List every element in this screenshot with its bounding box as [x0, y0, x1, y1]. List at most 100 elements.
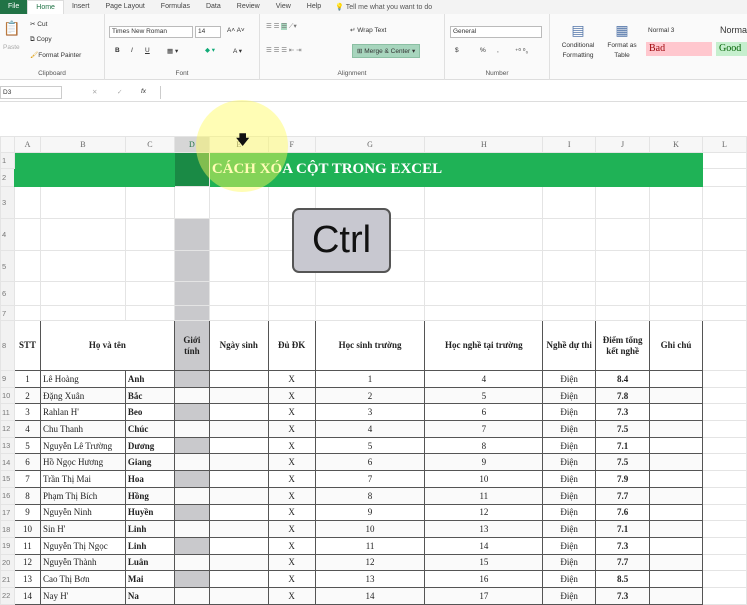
birthdate-cell[interactable]: [208, 503, 269, 522]
birthdate-cell[interactable]: [208, 536, 269, 555]
stt-cell[interactable]: 13: [13, 570, 41, 588]
gender-cell[interactable]: [173, 520, 210, 538]
exam-trade-cell[interactable]: Điện: [542, 403, 597, 422]
student-school-cell[interactable]: 4: [314, 420, 426, 438]
cell[interactable]: [701, 186, 747, 219]
row-header[interactable]: 8: [0, 320, 15, 371]
row-header[interactable]: 5: [0, 250, 15, 282]
eligible-cell[interactable]: X: [267, 586, 316, 605]
style-normal[interactable]: Norma: [720, 25, 747, 35]
tab-home[interactable]: Home: [27, 0, 64, 14]
cell[interactable]: [124, 218, 175, 251]
row-header[interactable]: 10: [0, 386, 15, 405]
column-header-g[interactable]: G: [314, 136, 426, 153]
cell[interactable]: [701, 486, 747, 505]
eligible-cell[interactable]: X: [267, 570, 316, 588]
gender-cell[interactable]: [173, 453, 210, 472]
align-top-icons[interactable]: ☰ ☰ ☰ ⟋▾: [266, 22, 297, 31]
surname-cell[interactable]: Lê Hoàng: [39, 370, 126, 388]
stt-cell[interactable]: 11: [13, 536, 41, 555]
eligible-cell[interactable]: X: [267, 403, 316, 422]
firstname-cell[interactable]: Mai: [124, 570, 175, 588]
row-header[interactable]: 6: [0, 281, 15, 306]
notes-cell[interactable]: [649, 570, 703, 588]
birthdate-cell[interactable]: [208, 570, 269, 588]
cell[interactable]: [208, 305, 269, 321]
cell[interactable]: [701, 503, 747, 522]
row-header[interactable]: 11: [0, 403, 15, 422]
column-header-h[interactable]: H: [424, 136, 544, 153]
vocational-school-cell[interactable]: 12: [424, 503, 544, 522]
vocational-school-cell[interactable]: 10: [424, 470, 544, 488]
vocational-school-cell[interactable]: 17: [424, 586, 544, 605]
cell[interactable]: [208, 218, 269, 251]
cell[interactable]: [701, 152, 747, 169]
cell[interactable]: [542, 250, 597, 282]
gender-cell[interactable]: [173, 370, 210, 388]
student-school-cell[interactable]: 9: [314, 503, 426, 522]
row-header[interactable]: 14: [0, 453, 15, 472]
worksheet[interactable]: A B C D E F G H I J K L 1 CÁCH XÓA CỘT TRONG EXCEL 2 3 4…: [0, 136, 747, 605]
row-header[interactable]: 7: [0, 305, 15, 321]
surname-cell[interactable]: Chu Thanh: [39, 420, 126, 438]
eligible-cell[interactable]: X: [267, 520, 316, 538]
score-cell[interactable]: 7.9: [595, 470, 651, 488]
cell[interactable]: [701, 470, 747, 488]
surname-cell[interactable]: Nguyễn Lê Trường: [39, 436, 126, 455]
font-size-select[interactable]: 14: [195, 26, 221, 38]
cell[interactable]: [13, 250, 41, 282]
format-painter-button[interactable]: 🖌Format Painter: [30, 51, 81, 59]
stt-cell[interactable]: 2: [13, 386, 41, 405]
cell[interactable]: [39, 186, 126, 219]
birthdate-cell[interactable]: [208, 403, 269, 422]
comma-button[interactable]: ,: [497, 47, 499, 54]
borders-icon[interactable]: ▦ ▾: [167, 47, 178, 55]
cell[interactable]: [173, 218, 210, 251]
cell[interactable]: [701, 553, 747, 572]
currency-button[interactable]: $: [455, 47, 459, 54]
firstname-cell[interactable]: Hoa: [124, 470, 175, 488]
vocational-school-cell[interactable]: 15: [424, 553, 544, 572]
score-cell[interactable]: 7.1: [595, 436, 651, 455]
exam-trade-cell[interactable]: Điện: [542, 570, 597, 588]
stt-cell[interactable]: 1: [13, 370, 41, 388]
surname-cell[interactable]: Cao Thị Bơn: [39, 570, 126, 588]
row-header[interactable]: 17: [0, 503, 15, 522]
column-header-f[interactable]: F: [267, 136, 316, 153]
font-name-select[interactable]: Times New Roman: [109, 26, 193, 38]
row-header[interactable]: 15: [0, 470, 15, 488]
tab-view[interactable]: View: [268, 0, 299, 14]
vocational-school-cell[interactable]: 11: [424, 486, 544, 505]
student-school-cell[interactable]: 7: [314, 470, 426, 488]
column-header-j[interactable]: J: [595, 136, 651, 153]
stt-cell[interactable]: 6: [13, 453, 41, 472]
cell[interactable]: [701, 281, 747, 306]
cell[interactable]: [701, 570, 747, 588]
column-header-b[interactable]: B: [39, 136, 126, 153]
row-header[interactable]: 1: [0, 152, 15, 169]
surname-cell[interactable]: Rahlan H': [39, 403, 126, 422]
cell[interactable]: [649, 305, 703, 321]
cell[interactable]: [208, 186, 269, 219]
gender-cell[interactable]: [173, 436, 210, 455]
student-school-cell[interactable]: 13: [314, 570, 426, 588]
eligible-cell[interactable]: X: [267, 536, 316, 555]
score-cell[interactable]: 7.3: [595, 536, 651, 555]
cell[interactable]: [424, 186, 544, 219]
cell[interactable]: [124, 305, 175, 321]
eligible-cell[interactable]: X: [267, 370, 316, 388]
format-as-table-button[interactable]: ▦ Format as Table: [604, 20, 640, 61]
grow-font-icon[interactable]: A˄ A˅: [227, 27, 245, 34]
cell[interactable]: [649, 186, 703, 219]
exam-trade-cell[interactable]: Điện: [542, 386, 597, 405]
sheet-grid[interactable]: A B C D E F G H I J K L 1 CÁCH XÓA CỘT TRONG EXCEL 2 3 4…: [0, 136, 747, 605]
score-cell[interactable]: 7.5: [595, 453, 651, 472]
exam-trade-cell[interactable]: Điện: [542, 453, 597, 472]
cell[interactable]: [649, 281, 703, 306]
exam-trade-cell[interactable]: Điện: [542, 436, 597, 455]
cell[interactable]: [701, 420, 747, 438]
stt-cell[interactable]: 4: [13, 420, 41, 438]
cell[interactable]: [173, 250, 210, 282]
notes-cell[interactable]: [649, 420, 703, 438]
firstname-cell[interactable]: Anh: [124, 370, 175, 388]
